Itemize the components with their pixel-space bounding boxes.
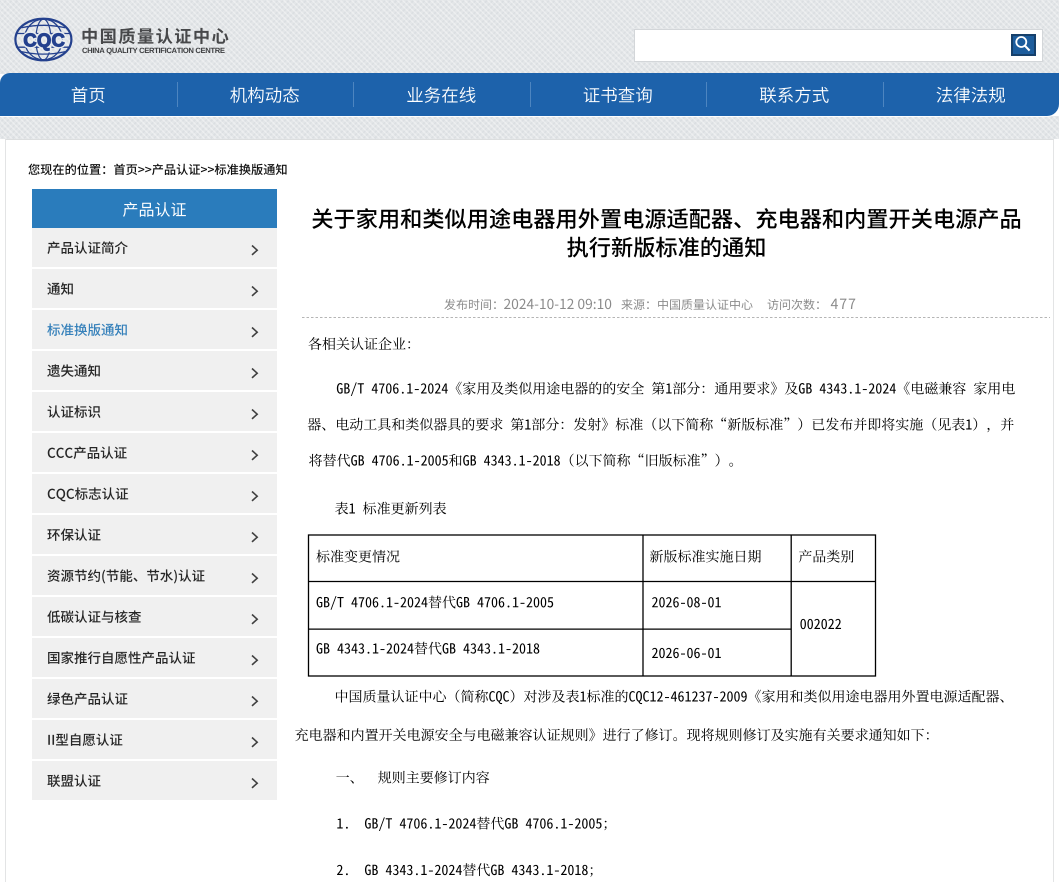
svg-text:CQC: CQC (23, 29, 65, 50)
